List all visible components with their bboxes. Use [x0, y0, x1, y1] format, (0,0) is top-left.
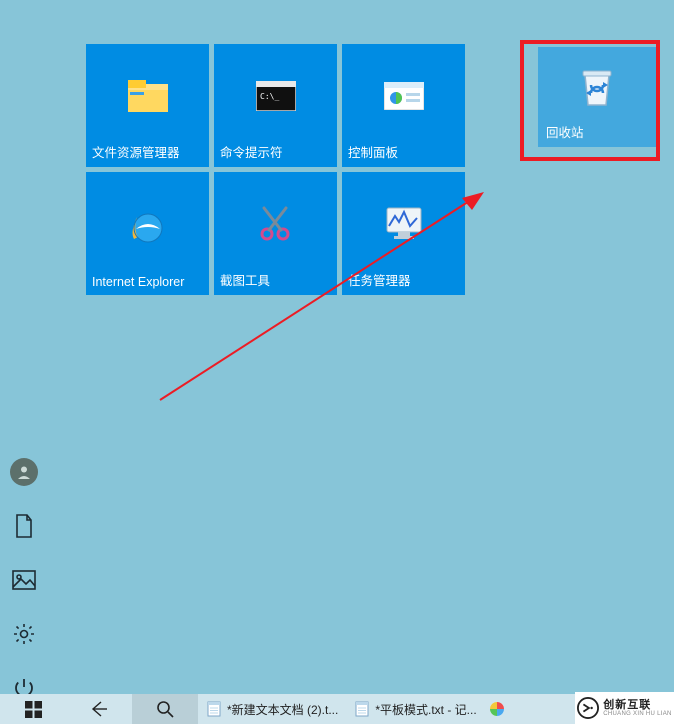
gear-icon: [13, 623, 35, 645]
control-panel-icon: [348, 50, 459, 142]
recycle-bin-icon: [546, 50, 648, 122]
watermark: 创新互联 CHUANG XIN HU LIAN: [575, 692, 674, 724]
watermark-logo-icon: [577, 697, 599, 719]
document-icon: [14, 514, 34, 538]
user-icon: [16, 464, 32, 480]
taskbar-entry-notepad-1[interactable]: *新建文本文档 (2).t...: [198, 694, 346, 724]
tile-file-explorer[interactable]: 文件资源管理器: [86, 44, 209, 167]
notepad-icon: [354, 701, 370, 717]
taskbar: *新建文本文档 (2).t... *平板模式.txt - 记...: [0, 694, 674, 724]
tile-label: 命令提示符: [220, 142, 331, 161]
tile-snipping-tool[interactable]: 截图工具: [214, 172, 337, 295]
snipping-tool-icon: [220, 178, 331, 270]
tablet-desktop: 文件资源管理器 C:\_ 命令提示符: [0, 0, 674, 694]
start-rail: [0, 458, 48, 702]
tile-command-prompt[interactable]: C:\_ 命令提示符: [214, 44, 337, 167]
tile-control-panel[interactable]: 控制面板: [342, 44, 465, 167]
taskbar-entry-label: *平板模式.txt - 记...: [375, 701, 476, 718]
watermark-text-line1: 创新互联: [603, 700, 671, 711]
color-circle-icon: [489, 701, 505, 717]
tile-label: 文件资源管理器: [92, 142, 203, 161]
documents-button[interactable]: [10, 512, 38, 540]
tile-label: 控制面板: [348, 142, 459, 161]
file-explorer-icon: [92, 50, 203, 142]
notepad-icon: [206, 701, 222, 717]
tile-task-manager[interactable]: 任务管理器: [342, 172, 465, 295]
tile-internet-explorer[interactable]: Internet Explorer: [86, 172, 209, 295]
search-button[interactable]: [132, 694, 198, 724]
settings-button[interactable]: [10, 620, 38, 648]
tile-label: 任务管理器: [348, 270, 459, 289]
watermark-text-line2: CHUANG XIN HU LIAN: [603, 711, 671, 717]
tile-label: 回收站: [546, 122, 648, 141]
taskbar-entry-label: *新建文本文档 (2).t...: [227, 701, 338, 718]
search-icon: [156, 700, 174, 718]
user-account-button[interactable]: [10, 458, 38, 486]
pictures-button[interactable]: [10, 566, 38, 594]
picture-icon: [12, 570, 36, 590]
svg-text:C:\_: C:\_: [260, 92, 279, 101]
tile-recycle-bin[interactable]: 回收站: [538, 47, 656, 147]
taskbar-entry-notepad-2[interactable]: *平板模式.txt - 记...: [346, 694, 484, 724]
task-manager-icon: [348, 178, 459, 270]
internet-explorer-icon: [92, 178, 203, 275]
back-arrow-icon: [89, 699, 109, 719]
tile-label: Internet Explorer: [92, 275, 203, 289]
start-button[interactable]: [0, 694, 66, 724]
tile-label: 截图工具: [220, 270, 331, 289]
taskbar-entry-color-app[interactable]: [485, 694, 509, 724]
windows-logo-icon: [25, 701, 42, 718]
back-button[interactable]: [66, 694, 132, 724]
command-prompt-icon: C:\_: [220, 50, 331, 142]
